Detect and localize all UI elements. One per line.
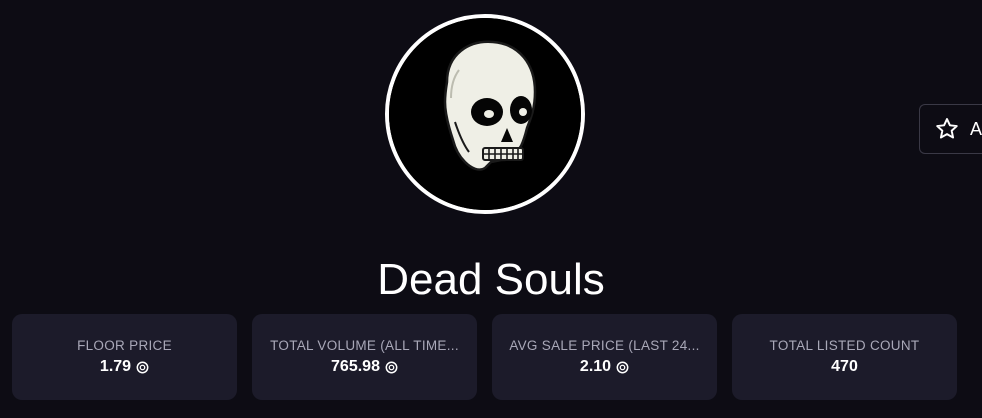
stat-value-row: 470 xyxy=(746,358,943,376)
collection-title: Dead Souls xyxy=(377,255,605,304)
collection-avatar xyxy=(385,14,585,214)
stat-value: 765.98 xyxy=(331,358,380,375)
stat-value-row: 2.10 xyxy=(506,358,703,376)
stat-avg-sale-price: AVG SALE PRICE (LAST 24... 2.10 xyxy=(492,314,717,400)
star-icon xyxy=(936,118,958,139)
sol-coin-icon xyxy=(385,361,398,373)
stat-value-row: 1.79 xyxy=(26,358,223,376)
stat-value: 470 xyxy=(831,358,858,375)
stat-label: AVG SALE PRICE (LAST 24... xyxy=(509,338,700,353)
stat-label: TOTAL VOLUME (ALL TIME... xyxy=(270,338,459,353)
stat-value: 2.10 xyxy=(579,358,612,375)
stat-label: TOTAL LISTED COUNT xyxy=(769,338,920,353)
sol-coin-icon xyxy=(616,361,629,373)
sol-coin-icon xyxy=(136,361,149,373)
stat-value: 1.79 xyxy=(99,358,132,375)
stat-total-listed-count: TOTAL LISTED COUNT 470 xyxy=(732,314,957,400)
watchlist-button[interactable]: A xyxy=(919,104,982,154)
skull-icon xyxy=(389,18,581,210)
stat-total-volume: TOTAL VOLUME (ALL TIME... 765.98 xyxy=(252,314,477,400)
stat-label: FLOOR PRICE xyxy=(77,338,172,353)
collection-header: A Dead Souls FLOOR PRICE 1.79 TOTAL VOLU… xyxy=(0,0,982,418)
stat-value-row: 765.98 xyxy=(266,358,463,376)
watchlist-button-label: A xyxy=(970,118,982,139)
stat-floor-price: FLOOR PRICE 1.79 xyxy=(12,314,237,400)
